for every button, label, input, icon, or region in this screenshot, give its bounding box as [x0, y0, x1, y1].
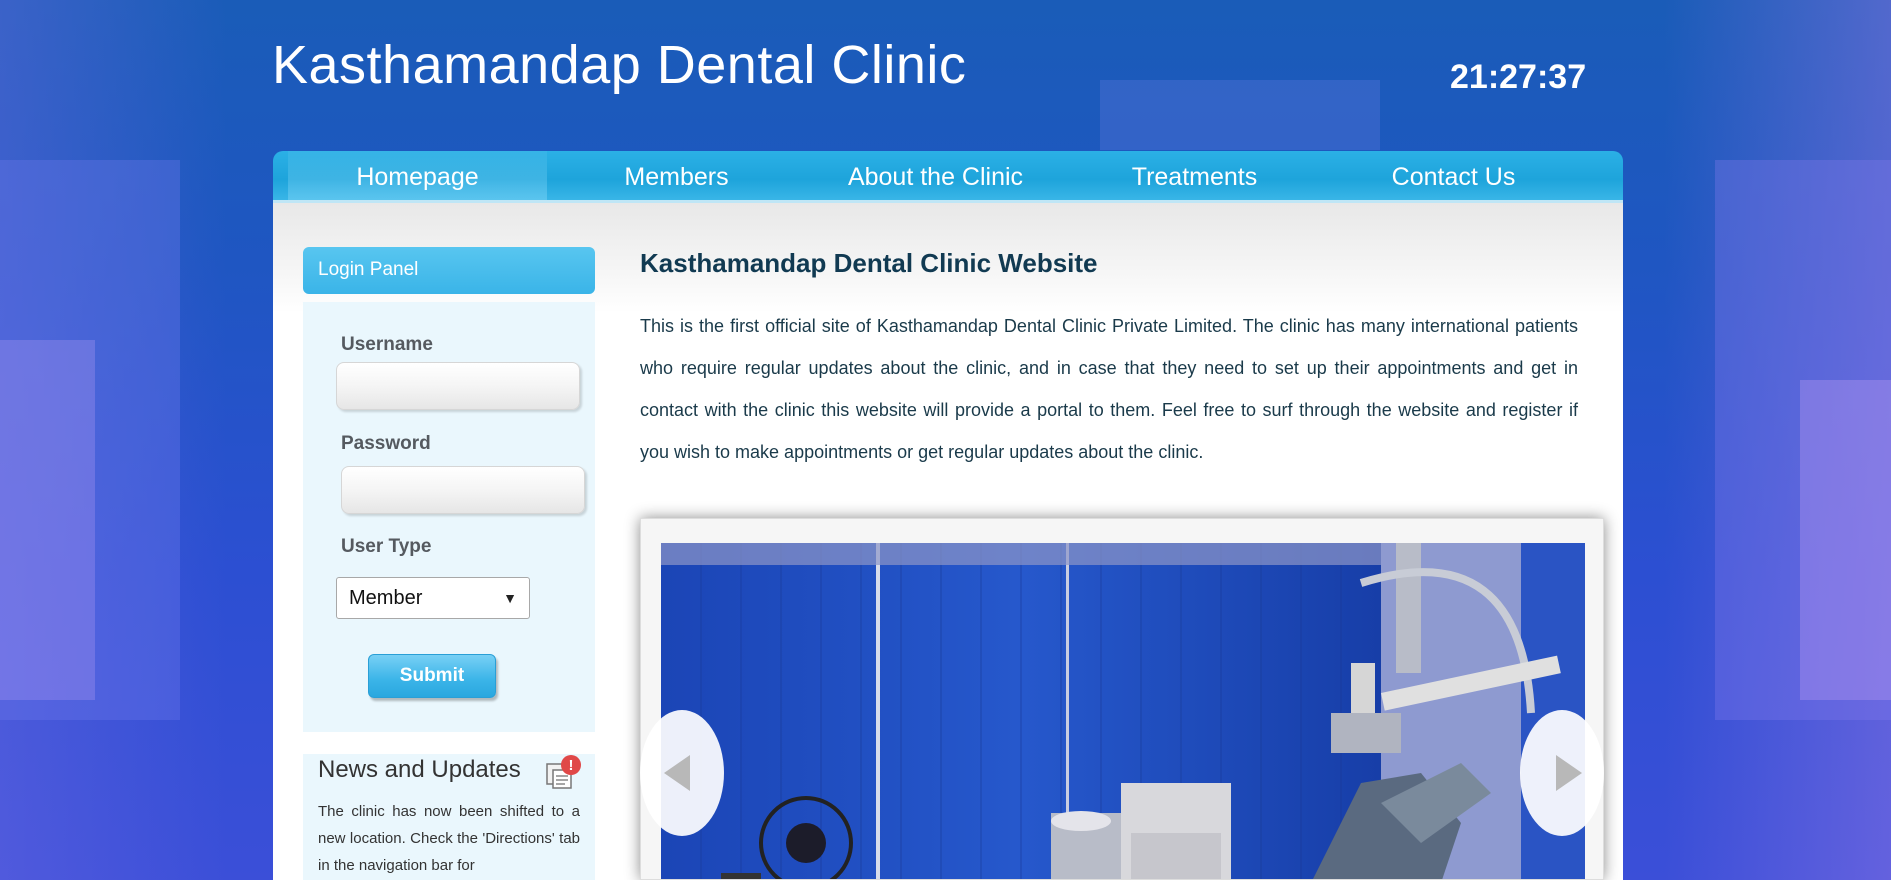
nav-item-treatments[interactable]: Treatments — [1065, 151, 1324, 203]
intro-paragraph: This is the first official site of Kasth… — [640, 316, 1578, 462]
slider-prev-button[interactable] — [640, 710, 724, 836]
svg-text:!: ! — [569, 757, 574, 774]
bg-block — [1800, 380, 1891, 700]
password-input[interactable] — [341, 466, 585, 514]
bg-block — [1100, 80, 1380, 150]
username-input[interactable] — [336, 362, 580, 410]
nav-item-homepage[interactable]: Homepage — [288, 151, 547, 203]
user-type-value: Member — [349, 586, 423, 609]
nav-item-about[interactable]: About the Clinic — [806, 151, 1065, 203]
image-slider — [640, 518, 1604, 880]
clinic-photo — [661, 543, 1585, 879]
news-text: The clinic has now been shifted to a new… — [318, 803, 580, 874]
nav-item-members[interactable]: Members — [547, 151, 806, 203]
main-title: Kasthamandap Dental Clinic Website — [640, 248, 1098, 278]
password-label: Password — [341, 433, 431, 454]
user-type-select[interactable]: Member ▼ — [336, 577, 530, 619]
main-nav: Homepage Members About the Clinic Treatm… — [273, 151, 1623, 203]
site-title: Kasthamandap Dental Clinic — [272, 35, 967, 95]
slider-next-button[interactable] — [1520, 710, 1604, 836]
news-panel: News and Updates ! The clinic has now be… — [303, 754, 595, 880]
news-title: News and Updates — [318, 756, 521, 783]
news-alert-icon: ! — [543, 754, 583, 790]
submit-button[interactable]: Submit — [368, 654, 496, 698]
dropdown-arrow-icon: ▼ — [503, 590, 517, 606]
clock: 21:27:37 — [1450, 58, 1587, 96]
login-panel-header: Login Panel — [303, 247, 595, 294]
username-label: Username — [341, 334, 433, 355]
triangle-left-icon — [664, 755, 690, 791]
nav-item-contact[interactable]: Contact Us — [1324, 151, 1583, 203]
triangle-right-icon — [1556, 755, 1582, 791]
user-type-label: User Type — [341, 536, 432, 557]
bg-block — [0, 340, 95, 700]
